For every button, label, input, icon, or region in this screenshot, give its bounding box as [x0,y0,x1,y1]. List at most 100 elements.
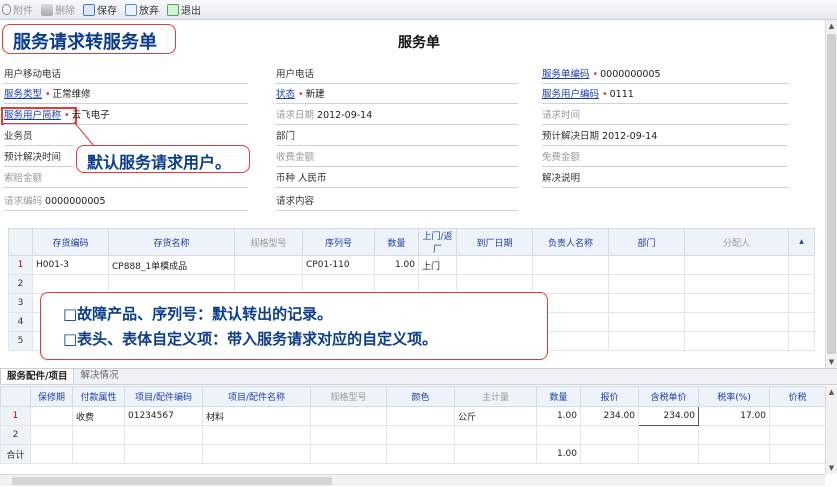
lower-detail-table: 保修期 付款属性 项目/配件编码 项目/配件名称 规格型号 颜色 主计量 数量 … [0,386,826,464]
table-cell[interactable] [608,255,685,275]
table-cell[interactable]: 公斤 [454,406,537,426]
table-cell[interactable]: 材料 [202,406,311,426]
table-cell[interactable] [234,255,303,275]
table-row[interactable]: 2 [0,425,826,445]
col-tax-rate[interactable]: 税率(%) [698,386,770,407]
order-no-underline [542,83,788,84]
col-payment-type[interactable]: 付款属性 [72,386,125,407]
upper-header-scroll-cell[interactable]: ▴ [788,228,815,256]
salesman-underline [4,145,74,146]
table-cell[interactable] [684,255,789,275]
salesman-field[interactable]: 业务员 [4,130,33,144]
discard-button[interactable]: 放弃 [125,2,159,17]
col-inventory-name[interactable]: 存货名称 [108,228,235,256]
col-item-quantity[interactable]: 数量 [536,386,581,407]
col-serial-no[interactable]: 序列号 [302,228,375,256]
lower-scroll-up-arrow[interactable]: ▲ [826,386,837,398]
page-title: 服务单 [398,35,440,51]
scroll-down-arrow[interactable]: ▼ [826,356,837,368]
col-color[interactable]: 颜色 [386,386,455,407]
table-cell[interactable]: 上门 [418,255,457,275]
col-item-code[interactable]: 项目/配件编码 [124,386,203,407]
col-item-name[interactable]: 项目/配件名称 [202,386,311,407]
save-button[interactable]: 保存 [83,2,117,17]
table-cell[interactable]: 01234567 [124,406,203,426]
currency-field[interactable]: 币种 人民币 [276,172,327,186]
col-assigner[interactable]: 分配人 [684,228,789,256]
col-quantity[interactable]: 数量 [374,228,419,256]
expected-time-field[interactable]: 预计解决时间 [4,151,61,165]
table-row[interactable]: 1 收费 01234567 材料 公斤 1.00 234.00 234.00 1… [0,406,826,426]
table-cell[interactable]: 收费 [72,406,125,426]
service-type-field[interactable]: 服务类型 • 正常维修 [4,88,91,102]
callout-title: 服务请求转服务单 [13,32,157,53]
col-price-tax[interactable]: 价税 [769,386,826,407]
request-content-field[interactable]: 请求内容 [276,195,314,209]
table-row[interactable]: 2 [8,274,815,294]
solution-label: 解决说明 [542,173,581,184]
request-time-field[interactable]: 请求时间 [542,109,580,123]
service-user-code-field[interactable]: 服务用户编码 • 0111 [542,88,634,102]
table-cell[interactable]: CP888_1单模成品 [108,255,235,275]
table-row[interactable]: 1 H001-3 CP888_1单模成品 CP01-110 1.00 上门 [8,255,815,275]
callout-note-1: □故障产品、序列号：默认转出的记录。 [63,305,333,323]
col-department[interactable]: 部门 [608,228,685,256]
col-quote[interactable]: 报价 [580,386,639,407]
table-cell[interactable] [386,406,455,426]
delete-button[interactable]: 删除 [41,2,75,17]
department-field[interactable]: 部门 [276,130,295,144]
exit-icon [167,3,179,16]
solution-field[interactable]: 解决说明 [542,172,580,186]
col-visit-return[interactable]: 上门/返厂 [418,228,457,256]
col-warranty[interactable]: 保修期 [30,386,73,407]
col-item-spec[interactable]: 规格型号 [310,386,387,407]
col-spec[interactable]: 规格型号 [234,228,303,256]
col-arrival-date[interactable]: 到厂日期 [456,228,533,256]
table-cell[interactable]: 17.00 [698,406,770,426]
table-cell[interactable] [310,406,387,426]
request-no-field[interactable]: 请求编码 0000000005 [4,195,106,209]
tab-service-parts[interactable]: 服务配件/项目 [0,368,75,384]
delete-label: 删除 [55,6,75,17]
col-main-unit[interactable]: 主计量 [454,386,537,407]
tab-resolution[interactable]: 解决情况 [74,368,124,384]
table-cell[interactable]: 1.00 [374,255,419,275]
lower-scroll-down-arrow[interactable]: ▼ [826,462,837,474]
expected-date-label: 预计解决日期 [542,131,600,142]
table-cell[interactable]: CP01-110 [302,255,375,275]
table-cell[interactable]: 234.00 [638,406,699,426]
form-vertical-scrollbar[interactable]: ▲ ▼ [825,20,837,368]
table-cell[interactable] [769,406,826,426]
scroll-thumb[interactable] [827,34,836,354]
table-cell[interactable]: 1.00 [536,406,581,426]
expected-date-field[interactable]: 预计解决日期 2012-09-14 [542,130,657,144]
status-field[interactable]: 状态 • 新建 [276,88,325,102]
table-cell[interactable] [532,255,609,275]
col-inventory-code[interactable]: 存货编码 [32,228,109,256]
fee-field[interactable]: 收费金额 [276,151,314,165]
callout-note-2: □表头、表体自定义项：带入服务请求对应的自定义项。 [63,330,438,348]
mobile-field[interactable]: 用户移动电话 [4,68,61,82]
col-owner-name[interactable]: 负责人名称 [532,228,609,256]
attach-button[interactable]: 附件 [2,2,33,17]
table-cell[interactable]: 234.00 [580,406,639,426]
table-cell[interactable]: H001-3 [32,255,109,275]
scroll-up-arrow[interactable]: ▲ [826,20,837,32]
free-amount-field[interactable]: 免费金额 [542,151,580,165]
col-tax-incl-price[interactable]: 含税单价 [638,386,699,407]
lower-corner-cell [0,386,31,407]
horizontal-scroll-thumb[interactable] [12,477,332,485]
expected-time-underline [4,166,74,167]
expected-date-value: 2012-09-14 [602,131,658,142]
exit-button[interactable]: 退出 [167,2,201,17]
paperclip-icon [2,4,11,15]
lower-vertical-scrollbar[interactable]: ▲ ▼ [825,386,837,474]
table-cell[interactable] [456,255,533,275]
row-number: 4 [8,312,33,332]
order-no-field[interactable]: 服务单编码 • 0000000005 [542,68,661,82]
request-date-field[interactable]: 请求日期 2012-09-14 [276,109,372,123]
lower-horizontal-scrollbar[interactable] [0,474,825,486]
claim-amount-field[interactable]: 索赔金额 [4,172,42,186]
phone-field[interactable]: 用户电话 [276,68,314,82]
table-cell[interactable] [30,406,73,426]
